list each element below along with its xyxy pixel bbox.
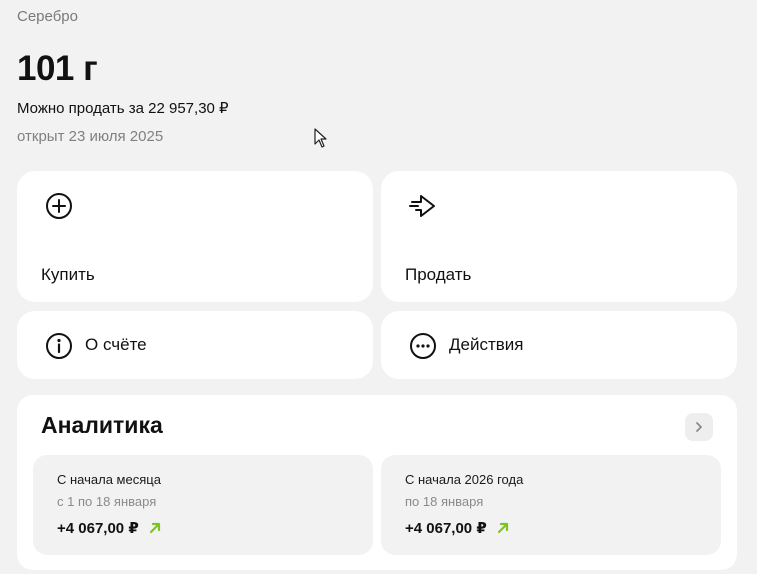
more-dots-icon [410, 333, 436, 359]
stat-value: +4 067,00 ₽ [57, 520, 139, 537]
buy-button[interactable]: Купить [17, 171, 373, 302]
opened-date: открыт 23 июля 2025 [17, 128, 164, 145]
stat-month-card[interactable]: С начала месяца с 1 по 18 января +4 067,… [33, 455, 373, 555]
stat-year-card[interactable]: С начала 2026 года по 18 января +4 067,0… [381, 455, 721, 555]
trend-up-icon [149, 522, 160, 534]
stat-value-row: +4 067,00 ₽ [405, 519, 510, 537]
account-page: Серебро 101 г Можно продать за 22 957,30… [0, 0, 757, 574]
sell-arrow-icon [409, 195, 435, 217]
about-account-button[interactable]: О счёте [17, 311, 373, 379]
more-actions-label: Действия [449, 335, 524, 354]
mouse-cursor-icon [314, 128, 327, 148]
analytics-open-button[interactable] [685, 413, 713, 441]
chevron-right-icon [696, 422, 702, 432]
sell-label: Продать [405, 265, 472, 284]
asset-name: Серебро [17, 8, 78, 25]
info-icon [46, 333, 72, 359]
analytics-panel: Аналитика С начала месяца с 1 по 18 янва… [17, 395, 737, 570]
sell-value-text: Можно продать за 22 957,30 ₽ [17, 100, 229, 117]
buy-label: Купить [41, 265, 95, 284]
more-actions-button[interactable]: Действия [381, 311, 737, 379]
stat-title: С начала месяца [57, 472, 161, 487]
stat-value: +4 067,00 ₽ [405, 520, 487, 537]
stat-subtitle: с 1 по 18 января [57, 494, 157, 509]
holding-amount: 101 г [17, 49, 98, 88]
stat-subtitle: по 18 января [405, 494, 484, 509]
stat-title: С начала 2026 года [405, 472, 524, 487]
analytics-title: Аналитика [41, 412, 163, 438]
trend-up-icon [497, 522, 508, 534]
stat-value-row: +4 067,00 ₽ [57, 519, 162, 537]
sell-button[interactable]: Продать [381, 171, 737, 302]
plus-circle-icon [46, 193, 72, 219]
about-account-label: О счёте [85, 335, 147, 354]
